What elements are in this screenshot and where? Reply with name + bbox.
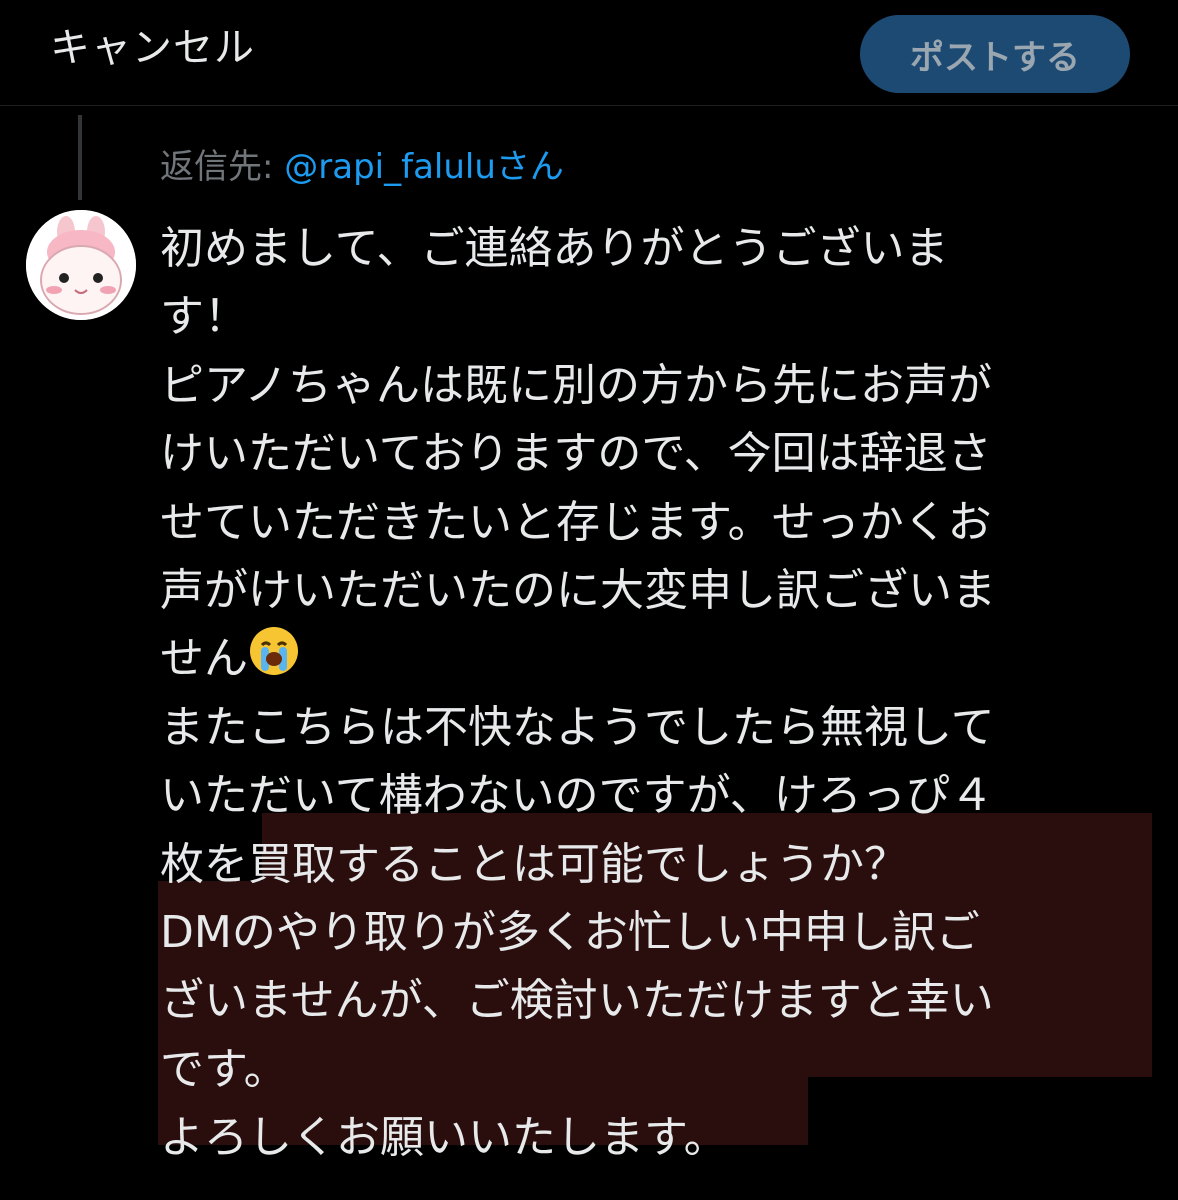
message-line: ピアノちゃんは既に別の方から先にお声が [160, 359, 993, 411]
avatar[interactable] [26, 210, 136, 320]
message-line-highlighted: ざいませんが、ご検討いただけますと幸い [160, 975, 994, 1027]
avatar-character-icon [26, 210, 136, 320]
message-line-text: せん [160, 633, 248, 685]
message-line-highlighted: よろしくお願いいたします。 [160, 1112, 728, 1164]
message-line: またこちらは不快なようでしたら無視して [160, 701, 995, 753]
cancel-button[interactable]: キャンセル [50, 18, 255, 78]
reply-message-body[interactable]: 初めまして、ご連絡ありがとうございま す！ ピアノちゃんは既に別の方から先にお声… [160, 215, 1160, 1172]
reply-to-handle[interactable]: @rapi_falulu [284, 147, 496, 187]
message-line-highlighted-text: 買取することは可能でしょうか？ [248, 838, 908, 890]
loudly-crying-face-emoji [248, 625, 300, 697]
reply-to-suffix: さん [495, 147, 564, 187]
message-line: す！ [160, 291, 248, 343]
thread-connector [78, 115, 82, 200]
message-line: けいただいておりますので、今回は辞退さ [160, 428, 992, 480]
message-line-highlight-start: 枚を買取することは可能でしょうか？ [160, 831, 1160, 899]
post-button[interactable]: ポストする [860, 15, 1130, 93]
reply-to-prefix: 返信先: [160, 147, 274, 187]
message-line: いただいて構わないのですが、けろっぴ４ [160, 770, 994, 822]
message-line: せていただきたいと存じます。せっかくお [160, 496, 992, 548]
message-line-highlighted: です。 [160, 1043, 288, 1095]
message-line: 初めまして、ご連絡ありがとうございま [160, 223, 949, 274]
message-line-with-emoji: せん [160, 625, 1160, 693]
reply-to-label: 返信先: @rapi_faluluさん [160, 145, 564, 189]
compose-header: キャンセル ポストする [0, 0, 1178, 106]
message-line: 声がけいただいたのに大変申し訳ございま [160, 564, 996, 616]
message-line-highlighted: DMのやり取りが多くお忙しい中申し訳ご [160, 906, 980, 958]
message-line-text: 枚を [160, 838, 248, 890]
